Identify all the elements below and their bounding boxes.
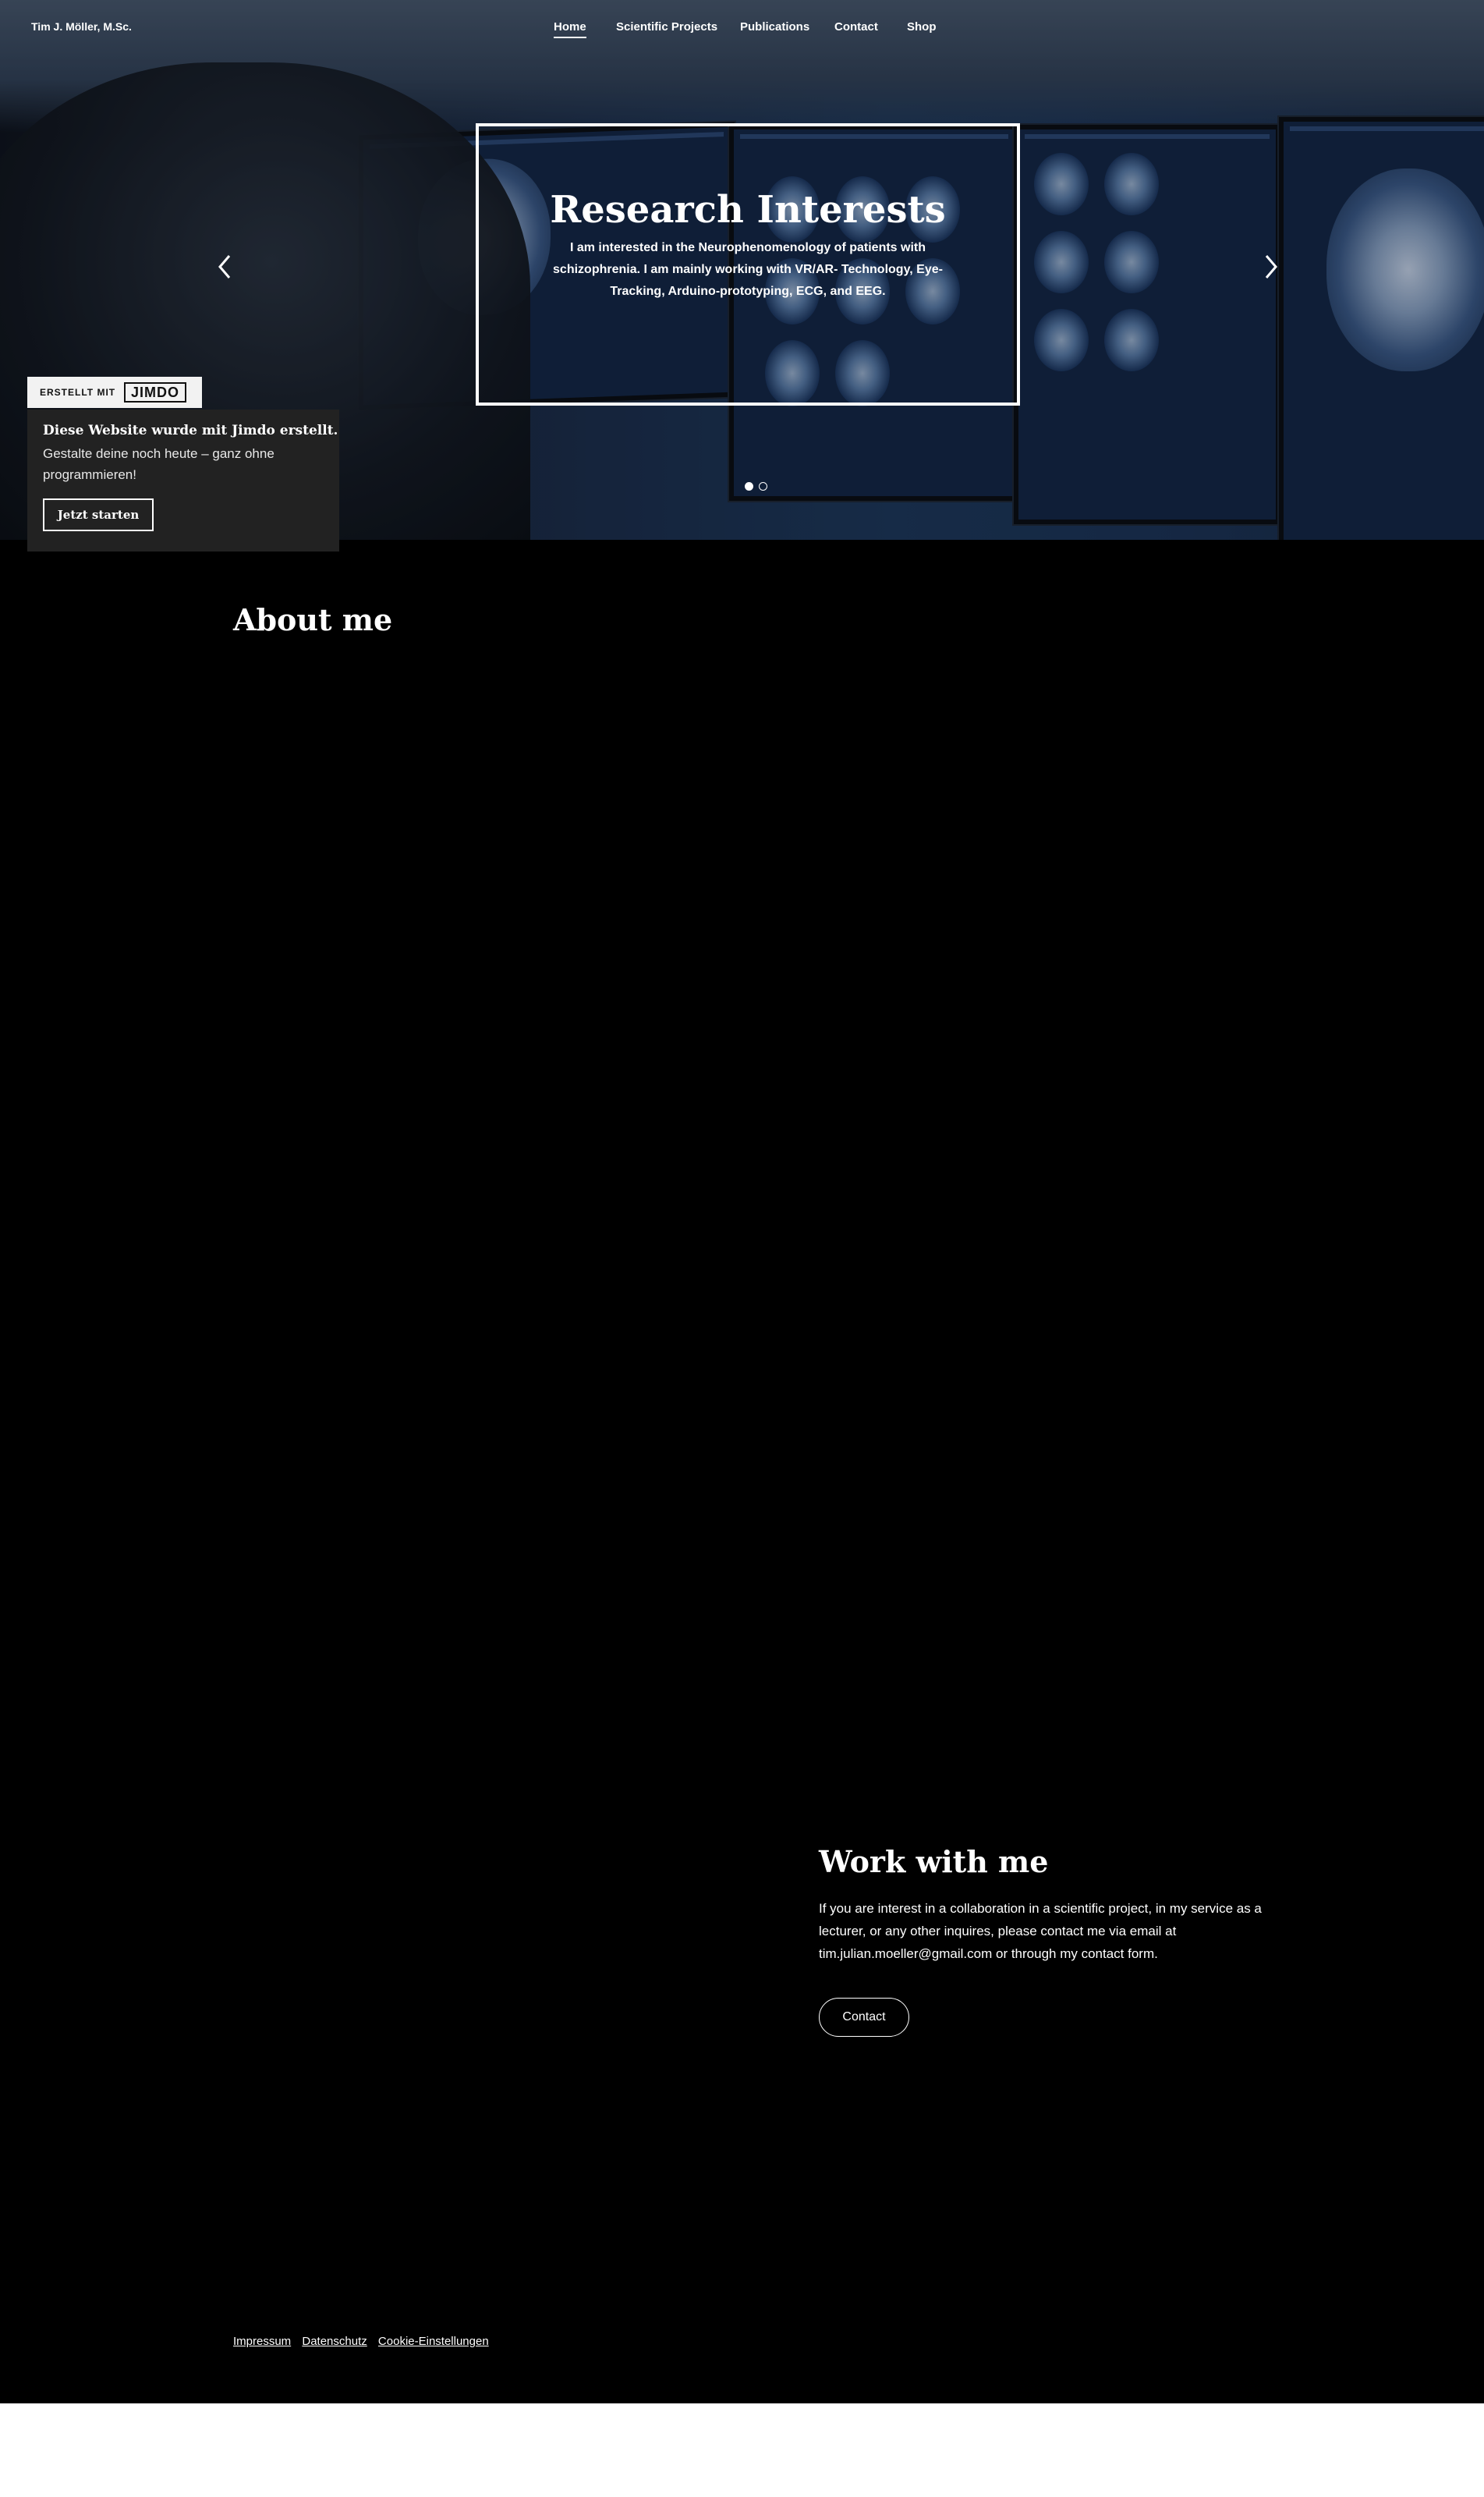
jimdo-badge[interactable]: ERSTELLT MIT JIMDO: [27, 377, 202, 408]
jimdo-logo: JIMDO: [124, 382, 186, 403]
jetzt-starten-button[interactable]: Jetzt starten: [43, 498, 154, 531]
slider-dot-2[interactable]: [759, 482, 767, 491]
jimdo-promo-panel: Diese Website wurde mit Jimdo erstellt. …: [27, 410, 339, 552]
nav-item-shop[interactable]: Shop: [907, 20, 937, 34]
datenschutz-link[interactable]: Datenschutz: [302, 2335, 367, 2348]
nav-item-contact[interactable]: Contact: [834, 20, 878, 34]
slider-dots: [745, 481, 773, 495]
work-heading: Work with me: [819, 1844, 1049, 1879]
chevron-left-icon[interactable]: [214, 251, 236, 282]
chevron-right-icon[interactable]: [1260, 251, 1282, 282]
nav-item-publications[interactable]: Publications: [740, 20, 809, 34]
nav-item-home[interactable]: Home: [554, 20, 586, 38]
slide-title: Research Interests: [550, 188, 946, 232]
slider-dot-1[interactable]: [745, 482, 753, 491]
about-heading: About me: [233, 602, 393, 637]
impressum-link[interactable]: Impressum: [233, 2335, 291, 2348]
footer-links: Impressum Datenschutz Cookie-Einstellung…: [233, 2335, 497, 2348]
jimdo-panel-title: Diese Website wurde mit Jimdo erstellt.: [43, 423, 338, 438]
main-navigation: Home Scientific Projects Publications Co…: [0, 20, 1484, 39]
work-text: If you are interest in a collaboration i…: [819, 1901, 1262, 1961]
cookie-settings-link[interactable]: Cookie-Einstellungen: [378, 2335, 489, 2348]
slide-caption-box: Research Interests I am interested in th…: [476, 123, 1020, 406]
jimdo-badge-text: ERSTELLT MIT: [40, 387, 116, 398]
nav-item-scientific-projects[interactable]: Scientific Projects: [616, 20, 717, 34]
slide-text: I am interested in the Neurophenomenolog…: [553, 241, 943, 298]
contact-button[interactable]: Contact: [819, 1998, 909, 2037]
jimdo-panel-text: Gestalte deine noch heute – ganz ohne pr…: [43, 446, 274, 482]
